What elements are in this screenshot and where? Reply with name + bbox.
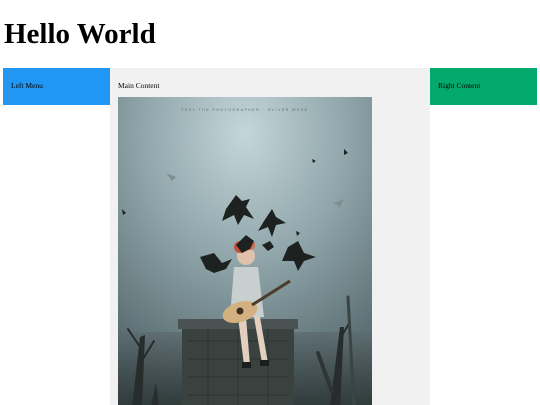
page: Hello World Left Menu Main Content FEEL … [0,0,540,405]
right-content-column: Right Content [430,68,537,105]
right-content-label: Right Content [438,81,481,90]
main-image: FEEL THE PHOTOGRAPHER · OLIVER WEKE [118,97,372,405]
image-caption: FEEL THE PHOTOGRAPHER · OLIVER WEKE [182,108,309,112]
page-title: Hello World [4,18,156,50]
left-menu-column: Left Menu [3,68,110,105]
left-menu-label: Left Menu [11,81,43,90]
three-column-row: Left Menu Main Content FEEL THE PHOTOGRA… [3,68,537,405]
main-content-label: Main Content [118,81,160,90]
main-content-column: Main Content FEEL THE PHOTOGRAPHER · OLI… [110,68,430,405]
